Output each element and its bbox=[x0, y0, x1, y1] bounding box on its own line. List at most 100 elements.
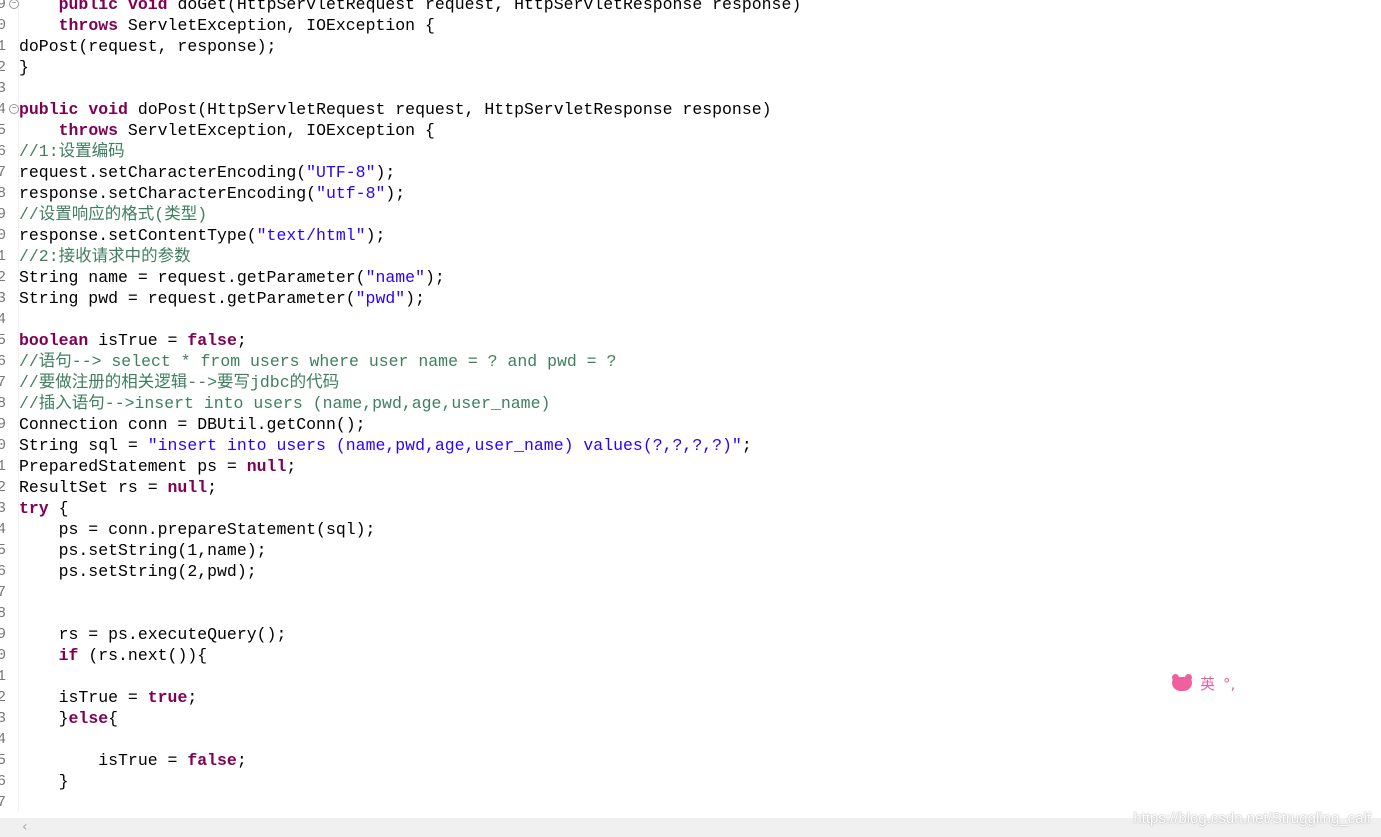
code-line[interactable]: 3 try { bbox=[0, 498, 1381, 519]
comment: //设置响应的格式(类型) bbox=[19, 205, 208, 224]
line-number: 8 bbox=[0, 605, 7, 622]
code-text: ps.setString(2,pwd); bbox=[19, 562, 257, 581]
code-text: { bbox=[108, 709, 119, 728]
code-line[interactable]: 9 //设置响应的格式(类型) bbox=[0, 204, 1381, 225]
code-line[interactable]: 8 //插入语句-->insert into users (name,pwd,ag… bbox=[0, 393, 1381, 414]
code-line[interactable]: 2 String name = request.getParameter("nam… bbox=[0, 267, 1381, 288]
line-number: 9 bbox=[0, 626, 7, 643]
keyword: public bbox=[58, 0, 119, 14]
code-line[interactable]: 0 throws ServletException, IOException { bbox=[0, 15, 1381, 36]
line-number: 7 bbox=[0, 164, 7, 181]
code-line[interactable]: 3 }else{ bbox=[0, 708, 1381, 729]
code-line[interactable]: 5 throws ServletException, IOException { bbox=[0, 120, 1381, 141]
comment: //语句--> select * from users where user n… bbox=[19, 352, 617, 371]
code-line[interactable]: 4− public void doPost(HttpServletRequest … bbox=[0, 99, 1381, 120]
code-line[interactable]: 1 doPost(request, response); bbox=[0, 36, 1381, 57]
line-number: 5 bbox=[0, 122, 7, 139]
code-text: ); bbox=[375, 163, 396, 182]
code-line[interactable]: 6 ps.setString(2,pwd); bbox=[0, 561, 1381, 582]
line-number: 7 bbox=[0, 374, 7, 391]
code-content: boolean isTrue = false; bbox=[19, 330, 247, 351]
code-line[interactable]: 6 //1:设置编码 bbox=[0, 141, 1381, 162]
code-editor[interactable]: 9 − public void doGet(HttpServletRequest … bbox=[0, 0, 1381, 818]
code-line[interactable]: 8 response.setCharacterEncoding("utf-8"); bbox=[0, 183, 1381, 204]
keyword: void bbox=[88, 100, 128, 119]
keyword: null bbox=[246, 457, 287, 476]
code-line[interactable]: 7 //要做注册的相关逻辑-->要写jdbc的代码 bbox=[0, 372, 1381, 393]
code-content: public void doGet(HttpServletRequest req… bbox=[19, 0, 802, 15]
code-line[interactable]: 2} bbox=[0, 57, 1381, 78]
comment: //要做注册的相关逻辑-->要写jdbc的代码 bbox=[19, 373, 340, 392]
line-number: 0 bbox=[0, 17, 7, 34]
line-number: 6 bbox=[0, 563, 7, 580]
ime-indicator[interactable]: 英 °, bbox=[1172, 673, 1235, 694]
code-content: throws ServletException, IOException { bbox=[19, 15, 435, 36]
keyword: throws bbox=[58, 121, 119, 140]
code-text: doPost(HttpServletRequest request, HttpS… bbox=[127, 100, 772, 119]
code-line[interactable]: 8 bbox=[0, 603, 1381, 624]
code-line[interactable]: 7 bbox=[0, 582, 1381, 603]
code-content: public void doPost(HttpServletRequest re… bbox=[19, 99, 772, 120]
string-literal: "name" bbox=[365, 268, 425, 287]
keyword: boolean bbox=[19, 331, 89, 350]
code-line[interactable]: 7 request.setCharacterEncoding("UTF-8"); bbox=[0, 162, 1381, 183]
keyword: false bbox=[187, 751, 237, 770]
string-literal: "pwd" bbox=[355, 289, 406, 308]
code-text: ps.setString(1,name); bbox=[19, 541, 267, 560]
code-text: ; bbox=[207, 478, 218, 497]
code-line[interactable]: 9 Connection conn = DBUtil.getConn(); bbox=[0, 414, 1381, 435]
code-line[interactable]: 5 boolean isTrue = false; bbox=[0, 330, 1381, 351]
code-content: String sql = "insert into users (name,pw… bbox=[19, 435, 752, 456]
line-number: 5 bbox=[0, 542, 7, 559]
code-line[interactable]: 5 ps.setString(1,name); bbox=[0, 540, 1381, 561]
code-line[interactable]: 1 //2:接收请求中的参数 bbox=[0, 246, 1381, 267]
string-literal: "text/html" bbox=[256, 226, 366, 245]
code-line[interactable]: 9 rs = ps.executeQuery(); bbox=[0, 624, 1381, 645]
line-number: 7 bbox=[0, 584, 7, 601]
line-number: 3 bbox=[0, 80, 7, 97]
code-line[interactable]: 3 String pwd = request.getParameter("pwd"… bbox=[0, 288, 1381, 309]
line-number: 2 bbox=[0, 479, 7, 496]
line-number: 7 bbox=[0, 794, 7, 811]
code-line[interactable]: 9− public void doGet(HttpServletRequest … bbox=[0, 0, 1381, 15]
code-line[interactable]: 4 bbox=[0, 729, 1381, 750]
code-line[interactable]: 3 bbox=[0, 78, 1381, 99]
code-line[interactable]: 6 //语句--> select * from users where user … bbox=[0, 351, 1381, 372]
code-text: isTrue = bbox=[19, 751, 188, 770]
fold-collapse-icon[interactable]: − bbox=[9, 104, 19, 114]
line-number: 8 bbox=[0, 185, 7, 202]
code-text: ; bbox=[187, 688, 198, 707]
code-line[interactable]: 6 } bbox=[0, 771, 1381, 792]
line-number: 6 bbox=[0, 143, 7, 160]
code-line[interactable]: 0 if (rs.next()){ bbox=[0, 645, 1381, 666]
line-number: 4 bbox=[0, 311, 7, 328]
code-content: ps.setString(2,pwd); bbox=[19, 561, 257, 582]
code-content: try { bbox=[19, 498, 69, 519]
code-text: ; bbox=[741, 436, 752, 455]
code-content: throws ServletException, IOException { bbox=[19, 120, 435, 141]
keyword: public bbox=[19, 100, 79, 119]
fold-collapse-icon[interactable]: − bbox=[9, 0, 19, 9]
keyword: throws bbox=[58, 16, 119, 35]
comment: //插入语句-->insert into users (name,pwd,age… bbox=[19, 394, 551, 413]
code-line[interactable]: 0 String sql = "insert into users (name,p… bbox=[0, 435, 1381, 456]
code-line[interactable]: 4 bbox=[0, 309, 1381, 330]
line-number: 5 bbox=[0, 752, 7, 769]
code-content: ResultSet rs = null; bbox=[19, 477, 217, 498]
code-line[interactable]: 4 ps = conn.prepareStatement(sql); bbox=[0, 519, 1381, 540]
code-line[interactable]: 5 isTrue = false; bbox=[0, 750, 1381, 771]
code-line[interactable]: 0 response.setContentType("text/html"); bbox=[0, 225, 1381, 246]
scroll-left-arrow-icon[interactable]: ‹ bbox=[22, 818, 36, 837]
code-content: //要做注册的相关逻辑-->要写jdbc的代码 bbox=[19, 372, 339, 393]
code-text: ); bbox=[424, 268, 445, 287]
code-line[interactable]: 2 ResultSet rs = null; bbox=[0, 477, 1381, 498]
code-text: { bbox=[48, 499, 69, 518]
code-content: Connection conn = DBUtil.getConn(); bbox=[19, 414, 366, 435]
line-number: 9 bbox=[0, 416, 7, 433]
comment: //2:接收请求中的参数 bbox=[19, 247, 191, 266]
code-line[interactable]: 1 PreparedStatement ps = null; bbox=[0, 456, 1381, 477]
code-text: doPost(request, response); bbox=[19, 37, 277, 56]
code-text: response.setCharacterEncoding( bbox=[19, 184, 317, 203]
keyword: if bbox=[58, 646, 79, 665]
